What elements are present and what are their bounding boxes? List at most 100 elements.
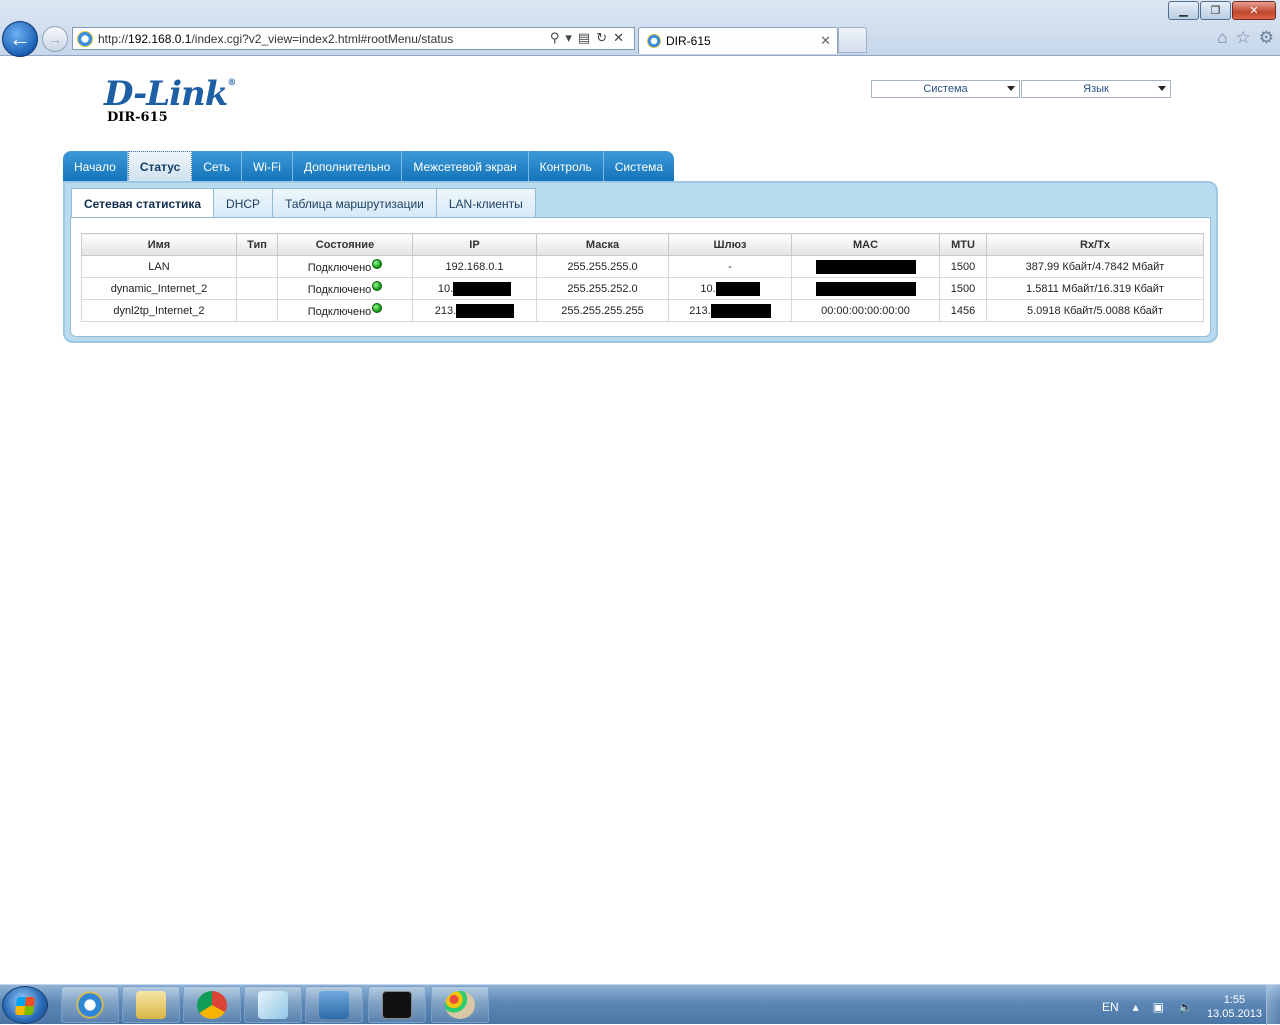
cell-mtu: 1456 xyxy=(939,299,987,322)
tab-status[interactable]: Статус xyxy=(127,151,193,182)
taskbar-explorer[interactable] xyxy=(122,986,180,1023)
subtab-dhcp[interactable]: DHCP xyxy=(213,188,273,218)
stop-icon[interactable]: ✕ xyxy=(613,30,630,45)
status-ok-icon xyxy=(372,303,383,313)
status-ok-icon xyxy=(372,259,383,269)
chevron-down-icon xyxy=(1007,86,1015,91)
minimize-button[interactable]: ▁ xyxy=(1168,1,1199,20)
cell-mac xyxy=(791,277,940,300)
new-tab-button[interactable] xyxy=(838,27,867,53)
cell-mtu: 1500 xyxy=(939,255,987,278)
cell-gateway: 213. xyxy=(668,299,792,322)
logo-text: D-Link xyxy=(104,74,228,114)
tab-firewall[interactable]: Межсетевой экран xyxy=(402,151,529,182)
table-row: dynamic_Internet_2 Подключено 10. 255.25… xyxy=(81,277,1204,300)
windows-logo-icon xyxy=(15,997,35,1015)
cell-mask: 255.255.252.0 xyxy=(536,277,669,300)
cell-ip: 213. xyxy=(412,299,537,322)
state-label: Подключено xyxy=(307,306,372,318)
taskbar-ie[interactable] xyxy=(61,986,119,1023)
tab-network[interactable]: Сеть xyxy=(192,151,242,182)
state-label: Подключено xyxy=(307,262,372,274)
state-label: Подключено xyxy=(307,284,372,296)
col-header-name: Имя xyxy=(81,233,237,256)
ip-prefix: 10. xyxy=(437,282,454,295)
registered-mark: ® xyxy=(227,78,236,88)
dlink-logo: D-Link® xyxy=(104,74,236,114)
paint-palette-icon xyxy=(445,990,475,1019)
col-header-mac: MAC xyxy=(791,233,940,256)
taskbar-notepad[interactable] xyxy=(244,986,302,1023)
back-button[interactable]: ← xyxy=(2,21,38,57)
search-icon[interactable]: ⚲ xyxy=(550,30,566,45)
favorites-star-icon[interactable]: ☆ xyxy=(1236,28,1251,48)
clock-time: 1:55 xyxy=(1223,994,1246,1006)
content-area: Имя Тип Состояние IP Маска Шлюз MAC MTU … xyxy=(70,217,1211,337)
redacted-block xyxy=(815,259,916,274)
url-host: 192.168.0.1 xyxy=(128,31,192,46)
start-button[interactable] xyxy=(2,986,48,1024)
show-desktop-button[interactable] xyxy=(1266,985,1280,1025)
subtab-lan-clients[interactable]: LAN-клиенты xyxy=(435,188,536,218)
device-model: DIR-615 xyxy=(107,110,168,125)
dropdown-icon[interactable]: ▾ xyxy=(565,30,578,45)
cell-name: dynl2tp_Internet_2 xyxy=(81,299,237,322)
cell-rxtx: 5.0918 Кбайт/5.0088 Кбайт xyxy=(986,299,1204,322)
arrow-right-icon: → xyxy=(48,31,62,47)
tab-home[interactable]: Начало xyxy=(63,151,128,182)
tab-system[interactable]: Система xyxy=(603,151,675,182)
subtab-routing-table[interactable]: Таблица маршрутизации xyxy=(272,188,436,218)
gateway-prefix: 10. xyxy=(700,282,716,295)
clock[interactable]: 1:55 13.05.2013 xyxy=(1207,993,1262,1021)
cell-name: LAN xyxy=(81,255,237,278)
clock-date: 13.05.2013 xyxy=(1206,1008,1262,1020)
col-header-state: Состояние xyxy=(277,233,413,256)
cell-mtu: 1500 xyxy=(939,277,987,300)
ip-prefix: 213. xyxy=(434,304,457,317)
system-select[interactable]: Система xyxy=(871,80,1020,98)
cell-mask: 255.255.255.255 xyxy=(536,299,669,322)
home-icon[interactable]: ⌂ xyxy=(1217,28,1227,48)
system-tray: EN ▴ ▣ 🔈 1:55 13.05.2013 xyxy=(1102,993,1262,1021)
taskbar-cmd[interactable] xyxy=(368,986,426,1023)
close-window-button[interactable]: ✕ xyxy=(1232,1,1276,20)
tab-control[interactable]: Контроль xyxy=(528,151,604,182)
col-header-gateway: Шлюз xyxy=(668,233,792,256)
network-icon[interactable]: ▣ xyxy=(1153,1000,1164,1014)
status-ok-icon xyxy=(372,281,383,291)
col-header-ip: IP xyxy=(412,233,537,256)
cell-state: Подключено xyxy=(277,277,413,300)
browser-tab[interactable]: DIR-615 ✕ xyxy=(638,27,838,54)
control-panel-icon xyxy=(319,990,349,1019)
subtab-network-stats[interactable]: Сетевая статистика xyxy=(71,188,214,218)
redacted-block xyxy=(453,281,512,296)
cell-mac xyxy=(791,255,940,278)
folder-icon xyxy=(136,990,166,1019)
maximize-button[interactable]: ❐ xyxy=(1200,1,1231,20)
table-row: dynl2tp_Internet_2 Подключено 213. 255.2… xyxy=(81,299,1204,322)
table-row: LAN Подключено 192.168.0.1 255.255.255.0… xyxy=(81,255,1204,278)
taskbar-chrome[interactable] xyxy=(183,986,241,1023)
redacted-block xyxy=(456,303,515,318)
windows-taskbar: EN ▴ ▣ 🔈 1:55 13.05.2013 xyxy=(0,984,1280,1025)
language-select[interactable]: Язык xyxy=(1021,80,1171,98)
tab-advanced[interactable]: Дополнительно xyxy=(292,151,403,182)
address-bar[interactable]: http://192.168.0.1/index.cgi?v2_view=ind… xyxy=(72,27,635,50)
cell-ip: 192.168.0.1 xyxy=(412,255,537,278)
refresh-icon[interactable]: ↻ xyxy=(596,30,613,45)
tab-close-icon[interactable]: ✕ xyxy=(820,33,831,49)
volume-icon[interactable]: 🔈 xyxy=(1178,1000,1193,1014)
show-hidden-icons-icon[interactable]: ▴ xyxy=(1133,1000,1139,1014)
taskbar-paint[interactable] xyxy=(431,986,489,1023)
settings-gear-icon[interactable]: ⚙ xyxy=(1259,28,1274,48)
col-header-mtu: MTU xyxy=(939,233,987,256)
tab-wifi[interactable]: Wi-Fi xyxy=(241,151,293,182)
forward-button[interactable]: → xyxy=(42,26,68,52)
language-indicator[interactable]: EN xyxy=(1102,1000,1119,1014)
redacted-block xyxy=(715,281,760,296)
taskbar-control-panel[interactable] xyxy=(305,986,363,1023)
cell-gateway: 10. xyxy=(668,277,792,300)
cell-rxtx: 1.5811 Мбайт/16.319 Кбайт xyxy=(986,277,1204,300)
cell-state: Подключено xyxy=(277,255,413,278)
compat-view-icon[interactable]: ▤ xyxy=(578,30,596,45)
